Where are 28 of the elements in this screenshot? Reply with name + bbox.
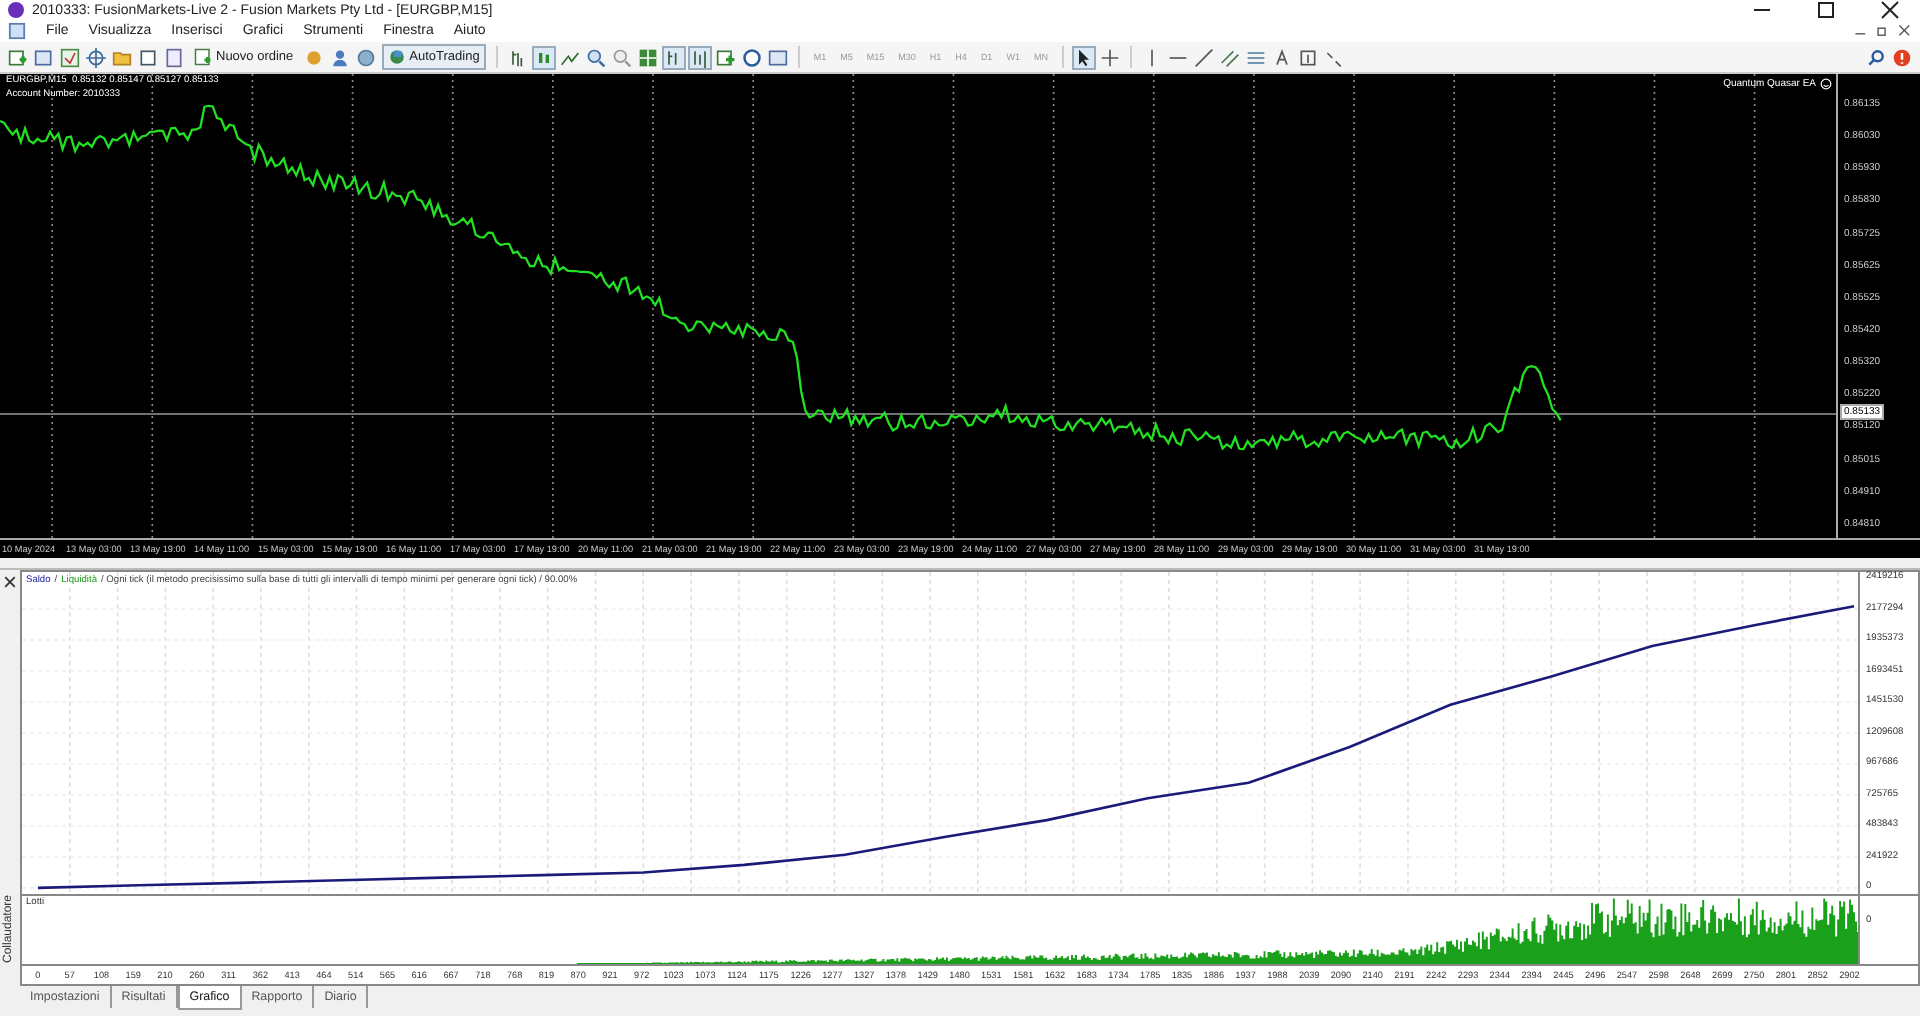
candlestick-icon[interactable] [533,47,554,67]
document-icon[interactable] [8,22,26,40]
text-icon[interactable] [1271,47,1292,67]
crosshair-icon[interactable] [86,47,106,67]
crosshair-icon[interactable] [1099,47,1120,67]
add-chart-icon[interactable] [8,47,28,67]
label-icon[interactable] [1297,47,1318,67]
person-icon[interactable] [329,47,350,67]
zoom-out-icon[interactable] [611,47,632,67]
bar-chart-icon[interactable] [507,47,528,67]
search-icon[interactable] [1866,47,1886,67]
order-icon [194,48,212,66]
close-icon[interactable] [1880,0,1900,20]
folder-icon[interactable] [112,47,132,67]
close-icon[interactable] [4,576,16,588]
close-icon[interactable] [1898,24,1912,38]
zoom-in-icon[interactable] [585,47,606,67]
alert-icon[interactable] [1892,47,1912,67]
cursor-icon[interactable] [1073,47,1094,67]
channel-icon[interactable] [1219,47,1240,67]
tile-windows-icon[interactable] [637,47,658,67]
maximize-icon[interactable] [1816,0,1836,20]
window-icon[interactable] [138,47,158,67]
restore-icon[interactable] [1876,24,1890,38]
line-chart-icon[interactable] [559,47,580,67]
app-logo-icon [8,2,24,18]
trendline-icon[interactable] [1193,47,1214,67]
smiley-icon [1820,78,1832,90]
